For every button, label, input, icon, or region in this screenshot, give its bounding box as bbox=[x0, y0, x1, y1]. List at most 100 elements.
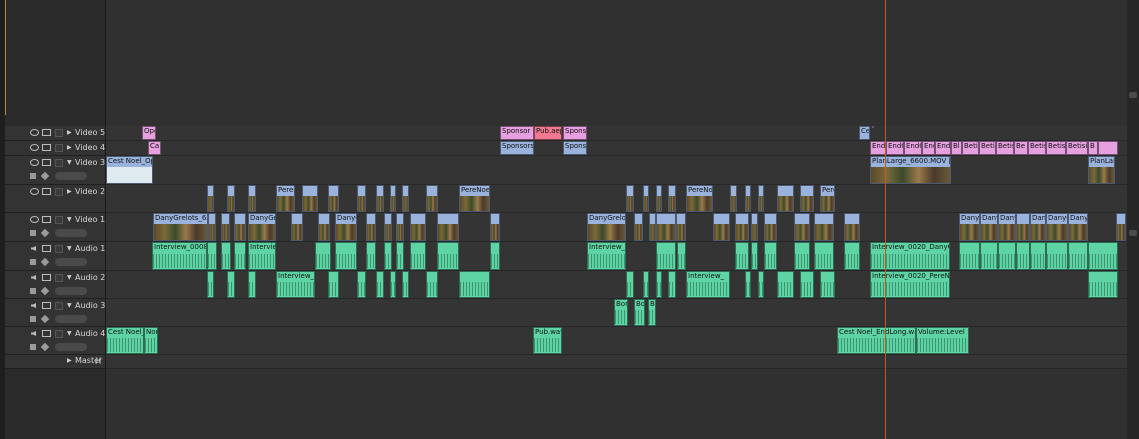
clip[interactable]: Betisi bbox=[1046, 141, 1066, 155]
audio-clip[interactable]: Interview_ bbox=[587, 242, 626, 270]
audio-clip[interactable] bbox=[410, 242, 426, 270]
audio-clip[interactable]: Volume:Level bbox=[916, 327, 969, 354]
clip[interactable]: DanyGr bbox=[335, 213, 357, 241]
clip[interactable] bbox=[814, 213, 834, 241]
clip[interactable]: Betisi bbox=[1028, 141, 1046, 155]
keyframe-icon[interactable] bbox=[40, 286, 50, 296]
audio-clip[interactable]: Bor bbox=[614, 299, 628, 326]
clip[interactable]: Danyl bbox=[959, 213, 980, 241]
audio-clip[interactable] bbox=[390, 271, 396, 298]
clip[interactable]: Danyl bbox=[1068, 213, 1088, 241]
clip[interactable] bbox=[626, 185, 634, 212]
clip[interactable]: Sponsor bbox=[500, 126, 534, 140]
audio-clip[interactable]: B bbox=[648, 299, 656, 326]
lock-icon[interactable] bbox=[55, 274, 63, 282]
audio-clip[interactable] bbox=[1088, 271, 1118, 298]
audio-clip[interactable] bbox=[745, 271, 751, 298]
keyframe-nav[interactable] bbox=[55, 229, 87, 237]
clip[interactable]: Betisi bbox=[979, 141, 996, 155]
clip[interactable] bbox=[208, 213, 216, 241]
track-header-master[interactable]: ▶ Master bbox=[5, 355, 105, 369]
audio-clip[interactable] bbox=[1030, 242, 1046, 270]
keyframe-icon[interactable] bbox=[40, 228, 50, 238]
audio-clip[interactable] bbox=[459, 271, 490, 298]
clip[interactable]: EndC bbox=[935, 141, 951, 155]
clip[interactable]: Danyl bbox=[1030, 213, 1046, 241]
clip[interactable]: Sponso bbox=[563, 141, 587, 155]
clip[interactable] bbox=[396, 213, 404, 241]
audio-clip[interactable] bbox=[800, 271, 814, 298]
eye-icon[interactable] bbox=[30, 129, 39, 136]
track-header-audio3[interactable]: ▼ Audio 3 bbox=[5, 299, 105, 327]
audio-clip[interactable] bbox=[207, 242, 217, 270]
track-header-video2[interactable]: ▶ Video 2 bbox=[5, 185, 105, 213]
speaker-icon[interactable] bbox=[31, 303, 36, 308]
track-header-video1[interactable]: ▼ Video 1 bbox=[5, 213, 105, 242]
clip[interactable] bbox=[357, 185, 366, 212]
lock-icon[interactable] bbox=[55, 245, 63, 253]
clip[interactable]: PereN bbox=[820, 185, 835, 212]
audio-clip[interactable] bbox=[656, 271, 662, 298]
film-icon[interactable] bbox=[42, 188, 51, 195]
clip[interactable]: DanyG bbox=[1046, 213, 1068, 241]
film-icon[interactable] bbox=[42, 144, 51, 151]
lock-icon[interactable] bbox=[55, 216, 63, 224]
clip[interactable] bbox=[758, 185, 764, 212]
eye-icon[interactable] bbox=[30, 144, 39, 151]
sync-icon[interactable] bbox=[42, 302, 51, 309]
clip[interactable] bbox=[402, 185, 409, 212]
film-icon[interactable] bbox=[42, 159, 51, 166]
audio-clip[interactable] bbox=[234, 242, 246, 270]
clip[interactable] bbox=[234, 213, 246, 241]
expand-triangle-icon[interactable]: ▶ bbox=[67, 188, 72, 195]
clip[interactable] bbox=[751, 213, 758, 241]
lock-icon[interactable] bbox=[55, 144, 63, 152]
clip[interactable]: Sponso bbox=[563, 126, 587, 140]
clip[interactable]: EndC bbox=[886, 141, 904, 155]
clip[interactable]: Bl bbox=[951, 141, 962, 155]
audio-clip[interactable]: Interview_0008_ bbox=[152, 242, 207, 270]
keyframe-icon[interactable] bbox=[40, 171, 50, 181]
clip[interactable] bbox=[794, 213, 810, 241]
audio-clip[interactable]: Bo bbox=[634, 299, 645, 326]
wrench-icon[interactable]: ⟩⟨ bbox=[95, 356, 101, 365]
clip[interactable]: Sponsors bbox=[500, 141, 534, 155]
clip[interactable] bbox=[437, 213, 459, 241]
audio-clip[interactable]: Interview_ bbox=[686, 271, 730, 298]
audio-clip[interactable] bbox=[980, 242, 998, 270]
clip[interactable]: Pub.aep bbox=[534, 126, 562, 140]
audio-clip[interactable] bbox=[668, 271, 676, 298]
lane-video5[interactable] bbox=[106, 126, 1127, 141]
clip[interactable] bbox=[777, 185, 794, 212]
clip[interactable]: Ope bbox=[142, 126, 156, 140]
clip[interactable] bbox=[227, 185, 235, 212]
display-style-icon[interactable] bbox=[30, 316, 36, 322]
collapse-triangle-icon[interactable]: ▼ bbox=[67, 159, 72, 166]
audio-clip[interactable] bbox=[959, 242, 980, 270]
audio-clip[interactable]: Cest Noel_EndLong.wav bbox=[837, 327, 916, 354]
clip[interactable] bbox=[328, 185, 339, 212]
track-header-video5[interactable]: ▶ Video 5 bbox=[5, 126, 105, 141]
audio-clip[interactable] bbox=[315, 242, 331, 270]
scroll-thumb[interactable] bbox=[1129, 92, 1137, 98]
audio-clip[interactable] bbox=[844, 242, 860, 270]
clip[interactable]: DanyGrelot bbox=[587, 213, 626, 241]
lock-icon[interactable] bbox=[55, 302, 63, 310]
audio-clip[interactable] bbox=[384, 242, 392, 270]
audio-clip[interactable] bbox=[777, 271, 794, 298]
audio-clip[interactable] bbox=[764, 242, 777, 270]
collapse-triangle-icon[interactable]: ▼ bbox=[67, 302, 72, 309]
clip[interactable] bbox=[318, 213, 330, 241]
film-icon[interactable] bbox=[42, 216, 51, 223]
lane-master[interactable] bbox=[106, 355, 1127, 369]
expand-triangle-icon[interactable]: ▶ bbox=[67, 357, 72, 364]
clip[interactable] bbox=[656, 185, 662, 212]
keyframe-nav[interactable] bbox=[55, 172, 87, 180]
clip[interactable]: Be bbox=[1014, 141, 1028, 155]
clip[interactable]: Betisie bbox=[1066, 141, 1088, 155]
audio-clip[interactable]: Pub.wav bbox=[533, 327, 562, 354]
expand-triangle-icon[interactable]: ▶ bbox=[67, 129, 72, 136]
vertical-scrollbar[interactable] bbox=[1127, 0, 1139, 439]
clip[interactable]: Betisi bbox=[962, 141, 979, 155]
audio-clip[interactable] bbox=[626, 271, 634, 298]
